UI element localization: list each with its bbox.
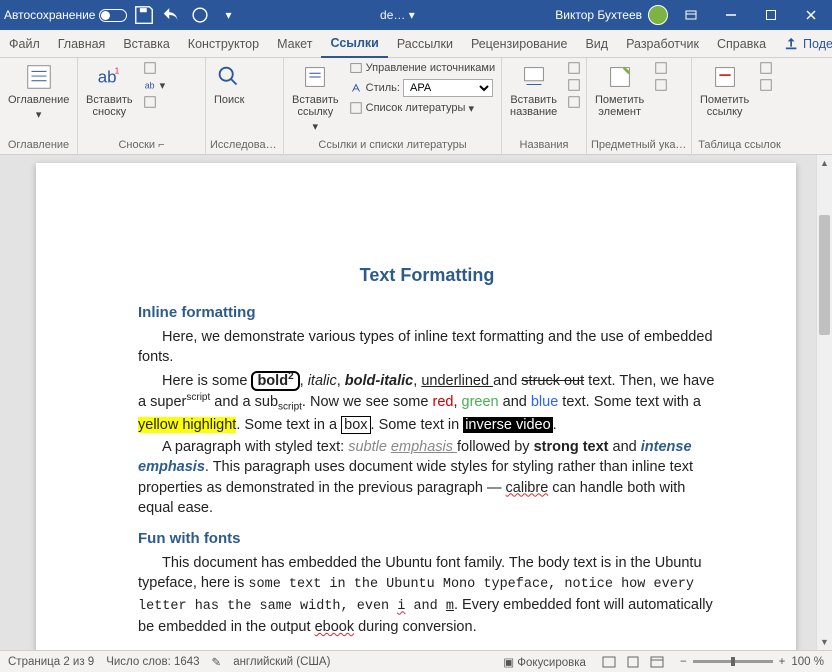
index-extra2[interactable]	[651, 77, 671, 93]
zoom-out-icon[interactable]: −	[680, 656, 687, 668]
toc-button[interactable]: Оглавление▾	[4, 60, 73, 123]
read-mode-icon[interactable]	[598, 653, 620, 671]
caption-extra1[interactable]	[564, 60, 584, 76]
insert-endnote-button[interactable]	[140, 60, 169, 76]
scroll-thumb[interactable]	[819, 215, 830, 335]
focus-mode-button[interactable]: ▣ Фокусировка	[503, 655, 586, 669]
tab-home[interactable]: Главная	[49, 30, 115, 58]
maximize-icon[interactable]	[754, 1, 788, 29]
ribbon-display-icon[interactable]	[674, 1, 708, 29]
print-layout-icon[interactable]	[622, 653, 644, 671]
autosave-toggle[interactable]: Автосохранение	[4, 8, 127, 22]
tab-file[interactable]: Файл	[0, 30, 49, 58]
menubar: Файл Главная Вставка Конструктор Макет С…	[0, 30, 832, 58]
document-area[interactable]: Text Formatting Inline formatting Here, …	[0, 155, 832, 650]
group-citations: Ссылки и списки литературы	[288, 138, 497, 152]
zoom-in-icon[interactable]: +	[779, 656, 786, 668]
toa-extra1[interactable]	[756, 60, 776, 76]
style-select[interactable]: Стиль: APA	[346, 78, 498, 98]
insert-citation-button[interactable]: Вставить ссылку▾	[288, 60, 343, 135]
titlebar: Автосохранение ▾ de… ▾ Виктор Бухтеев	[0, 0, 832, 30]
tab-insert[interactable]: Вставка	[114, 30, 178, 58]
tab-developer[interactable]: Разработчик	[617, 30, 708, 58]
heading-fonts: Fun with fonts	[138, 528, 716, 549]
insert-caption-button[interactable]: Вставить название	[506, 60, 561, 120]
view-buttons	[598, 653, 668, 671]
index-extra1[interactable]	[651, 60, 671, 76]
group-captions: Названия	[506, 138, 582, 152]
toa-extra2[interactable]	[756, 77, 776, 93]
next-footnote-button[interactable]: ab▾	[140, 77, 169, 93]
show-notes-button[interactable]	[140, 94, 169, 110]
zoom-percent[interactable]: 100 %	[791, 656, 824, 668]
avatar[interactable]	[648, 5, 668, 25]
heading-inline: Inline formatting	[138, 302, 716, 323]
svg-text:1: 1	[115, 65, 120, 75]
paragraph: Here, we demonstrate various types of in…	[138, 327, 716, 368]
save-icon[interactable]	[133, 4, 155, 26]
share-button[interactable]: Поделиться	[775, 30, 832, 58]
paragraph: Here is some bold2, italic, bold-italic,…	[138, 370, 716, 435]
redo-icon[interactable]	[189, 4, 211, 26]
group-footnotes: Сноски ⌐	[82, 138, 201, 152]
svg-text:ab: ab	[144, 81, 154, 91]
word-count[interactable]: Число слов: 1643	[106, 656, 199, 668]
vertical-scrollbar[interactable]: ▲ ▼	[816, 155, 832, 650]
tab-view[interactable]: Вид	[576, 30, 617, 58]
group-toa: Таблица ссылок	[696, 138, 783, 152]
page-indicator[interactable]: Страница 2 из 9	[8, 656, 94, 668]
paragraph: A paragraph with styled text: subtle emp…	[138, 437, 716, 518]
spellcheck-icon[interactable]: ✎	[212, 655, 222, 669]
manage-sources-button[interactable]: Управление источниками	[346, 60, 498, 76]
tab-references[interactable]: Ссылки	[321, 30, 387, 58]
qat-dropdown-icon[interactable]: ▾	[217, 4, 239, 26]
user-name[interactable]: Виктор Бухтеев	[555, 8, 642, 22]
paragraph: This document has embedded the Ubuntu fo…	[138, 553, 716, 637]
tab-mailings[interactable]: Рассылки	[388, 30, 462, 58]
tab-layout[interactable]: Макет	[268, 30, 321, 58]
minimize-icon[interactable]	[714, 1, 748, 29]
group-index: Предметный указ…	[591, 138, 687, 152]
zoom-control[interactable]: − + 100 %	[680, 656, 824, 668]
zoom-slider[interactable]	[693, 660, 773, 663]
tab-review[interactable]: Рецензирование	[462, 30, 577, 58]
page: Text Formatting Inline formatting Here, …	[36, 163, 796, 650]
svg-text:ab: ab	[98, 68, 117, 87]
style-dropdown[interactable]: APA	[403, 79, 493, 97]
web-layout-icon[interactable]	[646, 653, 668, 671]
bibliography-button[interactable]: Список литературы▾	[346, 100, 498, 116]
doc-title: Text Formatting	[138, 263, 716, 288]
language-indicator[interactable]: английский (США)	[233, 656, 330, 668]
group-research: Исследован…	[210, 138, 279, 152]
search-button[interactable]: Поиск	[210, 60, 248, 108]
close-icon[interactable]	[794, 1, 828, 29]
mark-citation-button[interactable]: Пометить ссылку	[696, 60, 753, 120]
statusbar: Страница 2 из 9 Число слов: 1643 ✎ англи…	[0, 650, 832, 672]
ribbon: Оглавление▾ Оглавление ab1 Вставить снос…	[0, 58, 832, 155]
document-title: de… ▾	[239, 8, 555, 22]
scroll-up-icon[interactable]: ▲	[817, 155, 832, 171]
insert-footnote-button[interactable]: ab1 Вставить сноску	[82, 60, 137, 120]
undo-icon[interactable]	[161, 4, 183, 26]
scroll-down-icon[interactable]: ▼	[817, 634, 832, 650]
caption-extra2[interactable]	[564, 77, 584, 93]
tab-help[interactable]: Справка	[708, 30, 775, 58]
group-toc: Оглавление	[4, 138, 73, 152]
mark-entry-button[interactable]: Пометить элемент	[591, 60, 648, 120]
caption-extra3[interactable]	[564, 94, 584, 110]
tab-design[interactable]: Конструктор	[179, 30, 268, 58]
